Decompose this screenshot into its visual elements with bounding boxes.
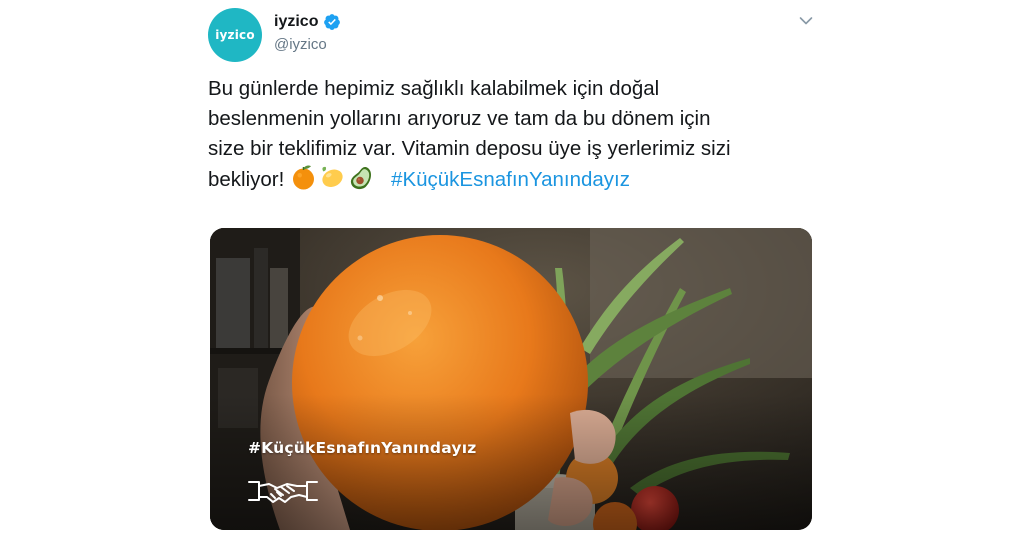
- tweet-text-last-line: bekliyor! #KüçükEsnafınYanındayız: [208, 164, 808, 195]
- author-handle[interactable]: @iyzico: [274, 36, 327, 53]
- avatar[interactable]: iyzico: [208, 8, 262, 62]
- chevron-down-icon[interactable]: [797, 12, 815, 30]
- tweet-card: iyzico iyzico @iyzico Bu günlerde hepimi…: [0, 0, 1024, 543]
- media-hashtag-overlay: #KüçükEsnafınYanındayız: [248, 439, 477, 457]
- tweet-text: Bu günlerde hepimiz sağlıklı kalabilmek …: [208, 74, 808, 195]
- tweet-text-line: bekliyor!: [208, 168, 285, 191]
- tweet-text-line: Bu günlerde hepimiz sağlıklı kalabilmek …: [208, 77, 660, 100]
- author-display-name[interactable]: iyzico: [274, 13, 318, 31]
- lemon-emoji: [322, 166, 343, 187]
- tangerine-emoji: [293, 165, 315, 190]
- tweet-media-image[interactable]: #KüçükEsnafınYanındayız: [210, 228, 812, 530]
- hashtag-link[interactable]: #KüçükEsnafınYanındayız: [391, 168, 630, 191]
- avocado-emoji: [350, 166, 372, 190]
- verified-badge-icon: [324, 14, 341, 30]
- avatar-logo-text: iyzico: [215, 28, 255, 42]
- handshake-icon: [248, 481, 318, 503]
- tweet-text-line: beslenmenin yollarını arıyoruz ve tam da…: [208, 107, 711, 130]
- tweet-text-line: size bir teklifimiz var. Vitamin deposu …: [208, 137, 731, 160]
- author-name-row[interactable]: iyzico: [274, 13, 341, 31]
